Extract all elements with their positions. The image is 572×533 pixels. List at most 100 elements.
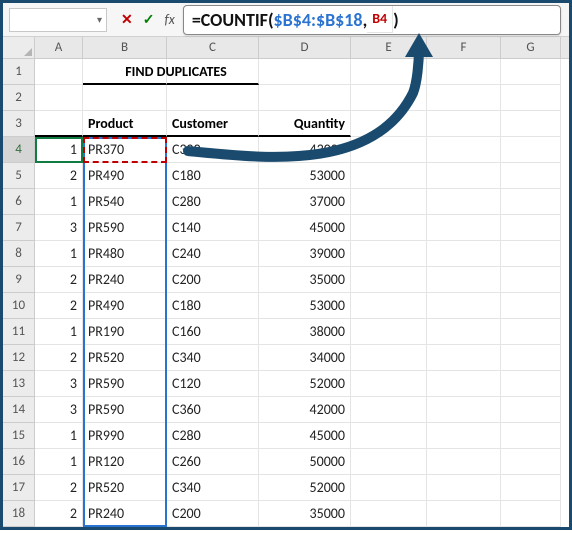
cell[interactable] (501, 215, 561, 241)
row-header[interactable]: 4 (3, 137, 35, 163)
row-header[interactable]: 1 (3, 59, 35, 85)
cell[interactable] (351, 371, 427, 397)
cell[interactable]: 34000 (259, 345, 351, 371)
cell[interactable]: 2 (35, 345, 83, 371)
row-header[interactable]: 15 (3, 423, 35, 449)
cell[interactable]: PR590 (83, 371, 167, 397)
cell[interactable]: PR480 (83, 241, 167, 267)
cell[interactable] (35, 85, 83, 111)
cell[interactable] (427, 501, 501, 527)
cell[interactable]: PR990 (83, 423, 167, 449)
cell[interactable] (427, 189, 501, 215)
cell[interactable]: 42000 (259, 397, 351, 423)
row-header[interactable]: 8 (3, 241, 35, 267)
cell[interactable]: 52000 (259, 475, 351, 501)
cell[interactable] (501, 111, 561, 137)
cell[interactable]: PR490 (83, 293, 167, 319)
row-header[interactable]: 11 (3, 319, 35, 345)
cell[interactable] (351, 449, 427, 475)
cell[interactable]: C200 (167, 501, 259, 527)
cell[interactable] (35, 59, 83, 85)
cell[interactable]: PR590 (83, 215, 167, 241)
cell[interactable] (259, 59, 351, 85)
row-header[interactable]: 18 (3, 501, 35, 527)
cell[interactable] (427, 397, 501, 423)
cell[interactable]: 3 (35, 215, 83, 241)
cell[interactable] (501, 189, 561, 215)
cell[interactable] (501, 85, 561, 111)
row-header[interactable]: 17 (3, 475, 35, 501)
row-header[interactable]: 2 (3, 85, 35, 111)
cell[interactable] (427, 319, 501, 345)
cell[interactable]: PR590 (83, 397, 167, 423)
cell[interactable]: 2 (35, 475, 83, 501)
cell[interactable] (501, 241, 561, 267)
cell[interactable]: 50000 (259, 449, 351, 475)
col-header-D[interactable]: D (259, 37, 351, 58)
cell[interactable]: 39000 (259, 241, 351, 267)
cell[interactable] (501, 501, 561, 527)
row-header[interactable]: 14 (3, 397, 35, 423)
cell[interactable]: PR540 (83, 189, 167, 215)
cell[interactable]: 43000 (259, 137, 351, 163)
cell[interactable]: 38000 (259, 319, 351, 345)
cell[interactable] (427, 345, 501, 371)
cell[interactable] (501, 449, 561, 475)
cell[interactable] (501, 163, 561, 189)
cell[interactable]: 1 (35, 241, 83, 267)
cell[interactable] (351, 397, 427, 423)
cell[interactable] (427, 475, 501, 501)
cell[interactable]: 35000 (259, 501, 351, 527)
cell[interactable] (351, 241, 427, 267)
cell[interactable] (427, 85, 501, 111)
row-header[interactable]: 16 (3, 449, 35, 475)
cancel-icon[interactable]: ✕ (121, 11, 133, 28)
cell[interactable] (501, 371, 561, 397)
cell[interactable] (351, 475, 427, 501)
cell[interactable]: C240 (167, 241, 259, 267)
cell[interactable]: PR240 (83, 501, 167, 527)
cell[interactable]: 45000 (259, 215, 351, 241)
header-quantity[interactable]: Quantity (259, 111, 351, 137)
cell[interactable] (427, 215, 501, 241)
cell[interactable] (351, 267, 427, 293)
cell[interactable]: 1 (35, 137, 83, 163)
cell[interactable]: 2 (35, 293, 83, 319)
title-cell[interactable]: FIND DUPLICATES (83, 59, 167, 85)
cell[interactable]: 37000 (259, 189, 351, 215)
cell[interactable]: 2 (35, 163, 83, 189)
cell[interactable] (501, 267, 561, 293)
col-header-B[interactable]: B (83, 37, 167, 58)
cell[interactable]: 1 (35, 319, 83, 345)
col-header-A[interactable]: A (35, 37, 83, 58)
header-product[interactable]: Product (83, 111, 167, 137)
cell[interactable] (351, 111, 427, 137)
cell[interactable] (351, 293, 427, 319)
cell[interactable] (501, 137, 561, 163)
cell[interactable]: PR240 (83, 267, 167, 293)
chevron-down-icon[interactable]: ▾ (97, 13, 102, 26)
cell[interactable] (427, 423, 501, 449)
cell[interactable]: 1 (35, 449, 83, 475)
name-box[interactable]: ▾ (9, 8, 107, 32)
cell[interactable] (501, 423, 561, 449)
row-header[interactable]: 7 (3, 215, 35, 241)
cell[interactable] (501, 293, 561, 319)
cell[interactable]: C180 (167, 163, 259, 189)
row-header[interactable]: 12 (3, 345, 35, 371)
header-customer[interactable]: Customer (167, 111, 259, 137)
cell[interactable] (167, 85, 259, 111)
row-header[interactable]: 6 (3, 189, 35, 215)
cell[interactable]: C340 (167, 345, 259, 371)
cell[interactable]: 53000 (259, 293, 351, 319)
cell[interactable]: C200 (167, 267, 259, 293)
cell[interactable] (501, 59, 561, 85)
cell[interactable]: 52000 (259, 371, 351, 397)
cell[interactable]: C280 (167, 423, 259, 449)
cell[interactable]: C260 (167, 449, 259, 475)
cell[interactable]: C180 (167, 293, 259, 319)
cell[interactable]: 3 (35, 371, 83, 397)
cell[interactable]: 53000 (259, 163, 351, 189)
cell[interactable]: PR520 (83, 475, 167, 501)
row-header[interactable]: 5 (3, 163, 35, 189)
